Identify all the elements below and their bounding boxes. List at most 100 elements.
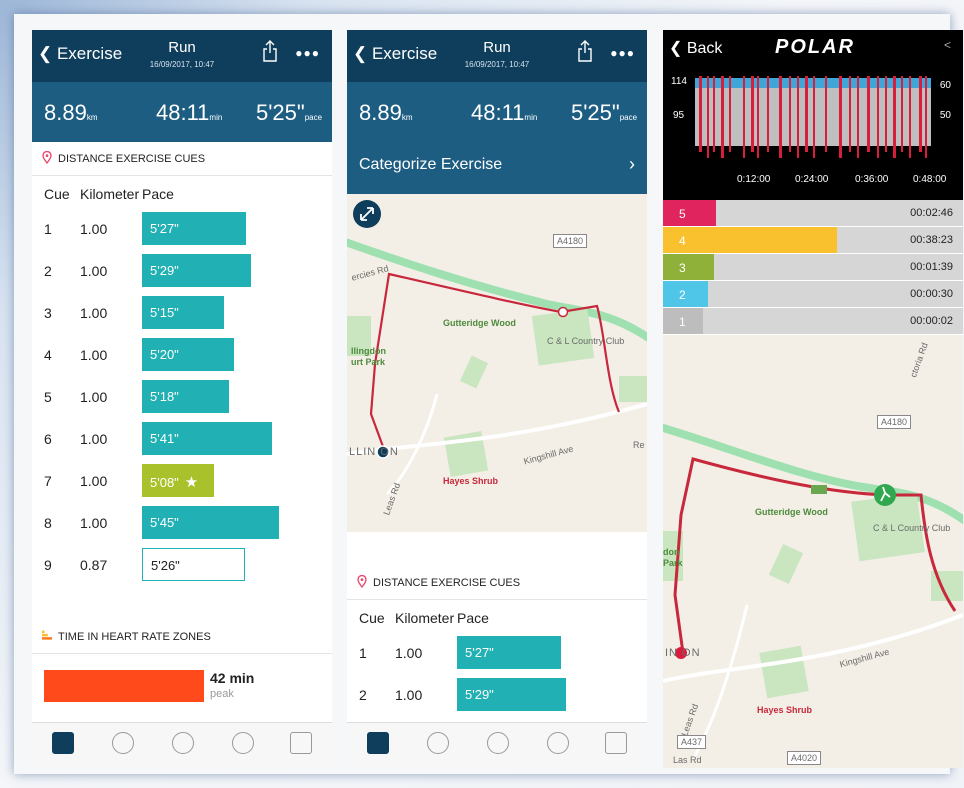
hr-spike	[813, 76, 815, 158]
cue-row: 2 1.00 5'29"	[32, 250, 332, 292]
tab-account-icon[interactable]	[290, 732, 312, 754]
cues-section-header: DISTANCE EXERCISE CUES	[32, 142, 332, 176]
map-label-hayes-shrub: Hayes Shrub	[443, 476, 499, 486]
cue-row: 7 1.00 5'08" ★	[32, 460, 332, 502]
tab-guidance-icon[interactable]	[172, 732, 194, 754]
hr-spike	[877, 76, 879, 158]
tab-community-icon[interactable]	[232, 732, 254, 754]
hr-zone-time: 00:01:39	[910, 261, 953, 273]
hr-zone-fill	[663, 227, 837, 253]
map-label-edge: Re	[633, 440, 645, 450]
star-icon: ★	[184, 474, 199, 491]
cue-kilometer: 1.00	[80, 263, 108, 279]
hr-axis-right-tick: 60	[939, 80, 951, 91]
tab-bar	[32, 722, 332, 768]
pace-bar: 5'18"	[142, 380, 229, 413]
section-title: TIME IN HEART RATE ZONES	[58, 631, 211, 643]
cue-kilometer: 1.00	[80, 347, 108, 363]
cue-row: 4 1.00 5'20"	[32, 334, 332, 376]
location-pin-icon	[42, 151, 52, 164]
column-headers: Cue Kilometer Pace	[32, 176, 332, 208]
hr-zone-number: 4	[679, 234, 686, 248]
section-title: DISTANCE EXERCISE CUES	[58, 153, 206, 165]
more-options-icon[interactable]: ●●●	[610, 46, 635, 60]
pace-bar: 5'29"	[142, 254, 251, 287]
hr-zone-label: peak	[210, 688, 234, 700]
page-title: Run	[168, 39, 196, 56]
hr-spike	[839, 76, 842, 158]
hr-zone-time: 00:38:23	[910, 234, 953, 246]
map-label-park: llingdon urt Park	[351, 346, 386, 367]
map-label-town: LLIN ON	[349, 446, 399, 458]
pace-bar: 5'08" ★	[142, 464, 214, 497]
hr-spike	[721, 76, 724, 158]
cue-number: 5	[44, 389, 52, 405]
hr-zone-value: 42 min	[210, 670, 255, 686]
tab-guidance-icon[interactable]	[487, 732, 509, 754]
tab-dashboard-icon[interactable]	[367, 732, 389, 754]
tab-challenges-icon[interactable]	[427, 732, 449, 754]
hr-axis-left-tick: 114	[671, 76, 687, 87]
cues-section-header: DISTANCE EXERCISE CUES	[347, 560, 647, 600]
share-icon[interactable]	[577, 40, 593, 62]
categorize-label: Categorize Exercise	[359, 156, 503, 173]
tab-account-icon[interactable]	[605, 732, 627, 754]
page-subtitle: 16/09/2017, 10:47	[149, 60, 215, 69]
cue-kilometer: 1.00	[80, 515, 108, 531]
hr-spike	[901, 76, 903, 152]
hr-spike	[743, 76, 745, 158]
hr-spike	[767, 76, 769, 152]
fitbit-exercise-map-screen: ❮ Exercise Run 16/09/2017, 10:47 ●●● 8.8…	[347, 30, 647, 768]
cue-kilometer: 1.00	[80, 473, 108, 489]
hr-spike	[825, 76, 827, 152]
cue-number: 6	[44, 431, 52, 447]
cue-kilometer: 1.00	[80, 431, 108, 447]
pace-value: 5'15"	[150, 305, 179, 320]
tab-dashboard-icon[interactable]	[52, 732, 74, 754]
route-map[interactable]: A4180 Gutteridge Wood C & L Country Club…	[663, 335, 963, 768]
pace-value: 5'45"	[150, 515, 179, 530]
section-title: DISTANCE EXERCISE CUES	[373, 577, 521, 589]
pace-bar: 5'15"	[142, 296, 224, 329]
cue-number: 4	[44, 347, 52, 363]
stats-bar: 8.89km 48:11min 5'25"pace	[32, 82, 332, 142]
hr-zone-row: 3 00:01:39	[663, 254, 963, 281]
pace-value: 5'29"	[150, 263, 179, 278]
cue-number: 2	[44, 263, 52, 279]
hr-zone-row: 5 00:02:46	[663, 200, 963, 227]
hr-zone-fill	[663, 254, 714, 280]
hr-spike	[885, 76, 887, 152]
tab-challenges-icon[interactable]	[112, 732, 134, 754]
categorize-exercise-row[interactable]: Categorize Exercise ›	[347, 142, 647, 194]
hr-spike	[925, 76, 927, 158]
cue-number: 2	[359, 687, 367, 703]
pace-value: 5'41"	[150, 431, 179, 446]
hr-zone-time: 00:00:02	[910, 315, 953, 327]
cue-row: 9 0.87 5'26"	[32, 544, 332, 586]
tab-bar	[347, 722, 647, 768]
more-options-icon[interactable]: ●●●	[295, 46, 320, 60]
hr-spike	[909, 76, 911, 158]
stat-pace: 5'25"pace	[571, 100, 638, 125]
hr-spike	[849, 76, 851, 152]
road-sign-a4180: A4180	[877, 415, 912, 429]
pace-value: 5'27"	[150, 221, 179, 236]
pace-bar: 5'45"	[142, 506, 279, 539]
pace-value: 5'18"	[150, 389, 179, 404]
cue-kilometer: 1.00	[80, 221, 108, 237]
cue-number: 8	[44, 515, 52, 531]
share-icon[interactable]	[262, 40, 278, 62]
hr-section-header: TIME IN HEART RATE ZONES	[32, 620, 332, 654]
tab-community-icon[interactable]	[547, 732, 569, 754]
pace-value: 5'27"	[465, 645, 494, 660]
hr-spike	[797, 76, 799, 158]
hr-spike	[729, 76, 731, 152]
hr-zone-row: 42 min peak	[32, 654, 332, 714]
cue-kilometer: 0.87	[80, 557, 108, 573]
hr-axis-x-tick: 0:48:00	[913, 174, 947, 185]
route-map[interactable]: A4180 Gutteridge Wood C & L Country Club…	[347, 194, 647, 532]
stat-duration: 48:11min	[471, 100, 538, 125]
column-headers: Cue Kilometer Pace	[347, 600, 647, 632]
road-sign-a4020: A4020	[787, 751, 822, 765]
polar-flow-screen: ❮ Back POLAR < 114 95 60 50 0:12:00 0:24…	[663, 30, 963, 768]
